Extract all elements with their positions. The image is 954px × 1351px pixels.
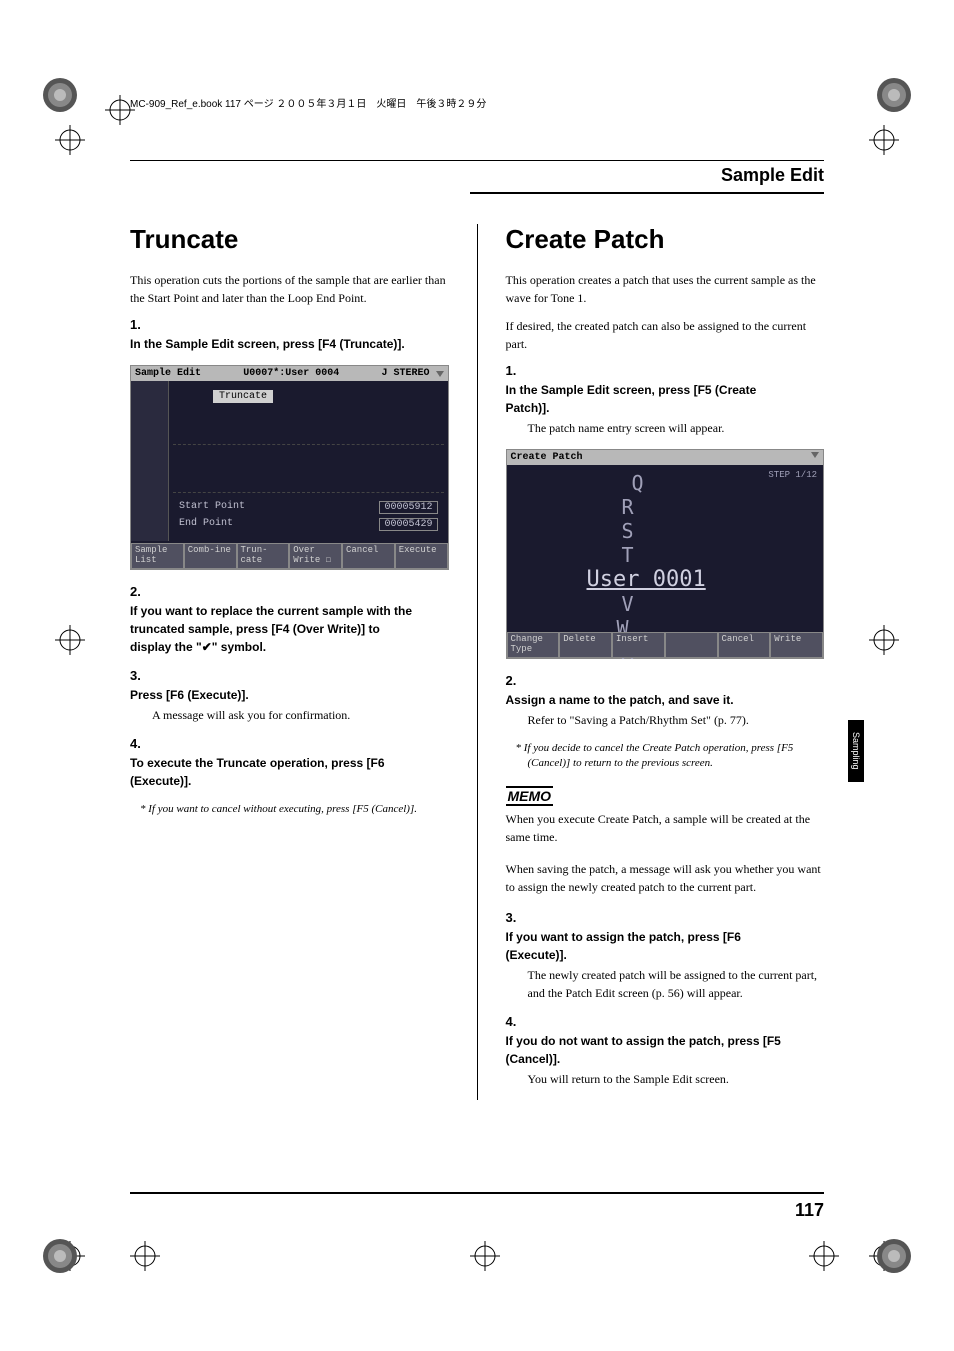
step-number: 4. — [130, 736, 152, 751]
lcd-f1-button: Change Type — [507, 632, 560, 658]
cancel-note: If you want to cancel without executing,… — [138, 802, 449, 817]
step-instruction: If you want to assign the patch, press [… — [506, 928, 801, 964]
page-number: 117 — [130, 1192, 824, 1221]
start-point-label: Start Point — [179, 501, 245, 514]
crop-mark-icon — [40, 75, 80, 115]
lcd-f3-button: Trun-cate — [237, 543, 290, 569]
step-instruction: If you want to replace the current sampl… — [130, 602, 425, 656]
patch-name-input: User 0001 — [507, 567, 824, 592]
lcd-waveform-thumbnail — [131, 381, 169, 541]
step-instruction: If you do not want to assign the patch, … — [506, 1032, 801, 1068]
lcd-f2-button: Comb-ine — [184, 543, 237, 569]
lcd-f6-button: Execute — [395, 543, 448, 569]
step-instruction: Assign a name to the patch, and save it. — [506, 691, 801, 709]
lcd-f4-button — [665, 632, 718, 658]
create-patch-lcd-screenshot: Create Patch STEP 1/12 Q R S T User 0001… — [506, 449, 825, 659]
lcd-f2-button: Delete — [559, 632, 612, 658]
step-detail: The patch name entry screen will appear. — [528, 419, 825, 437]
left-column: Truncate This operation cuts the portion… — [130, 224, 449, 1100]
registration-mark-icon — [869, 625, 899, 655]
truncate-intro: This operation cuts the portions of the … — [130, 271, 449, 307]
crop-mark-icon — [40, 1236, 80, 1276]
lcd-title-mid: U0007*:User 0004 — [243, 368, 339, 379]
step-number: 2. — [130, 584, 152, 599]
step-number: 1. — [506, 363, 528, 378]
lcd-f6-button: Write — [770, 632, 823, 658]
lcd-f5-button: Cancel — [718, 632, 771, 658]
lcd-waveform-bottom — [173, 451, 444, 493]
truncate-lcd-screenshot: Sample Edit U0007*:User 0004 J STEREO Tr… — [130, 365, 449, 570]
registration-mark-icon — [869, 125, 899, 155]
step-number: 3. — [506, 910, 528, 925]
step-detail: You will return to the Sample Edit scree… — [528, 1070, 825, 1088]
cp-step-4: 4. If you do not want to assign the patc… — [506, 1014, 825, 1088]
create-patch-intro2: If desired, the created patch can also b… — [506, 317, 825, 353]
memo-text-1: When you execute Create Patch, a sample … — [506, 810, 825, 846]
step-4: 4. To execute the Truncate operation, pr… — [130, 736, 449, 790]
step-3: 3. Press [F6 (Execute)]. A message will … — [130, 668, 449, 724]
truncate-heading: Truncate — [130, 224, 449, 255]
step-instruction: Press [F6 (Execute)]. — [130, 686, 425, 704]
step-2: 2. If you want to replace the current sa… — [130, 584, 449, 656]
create-patch-intro1: This operation creates a patch that uses… — [506, 271, 825, 307]
lcd-stereo-label: STEREO — [393, 368, 429, 379]
registration-mark-icon — [55, 625, 85, 655]
column-divider — [477, 224, 478, 1100]
dropdown-icon — [811, 452, 819, 458]
step-instruction: In the Sample Edit screen, press [F4 (Tr… — [130, 335, 425, 353]
cp-step-2: 2. Assign a name to the patch, and save … — [506, 673, 825, 729]
lcd-title: Create Patch — [511, 452, 583, 463]
lcd-f3-button: Insert — [612, 632, 665, 658]
end-point-label: End Point — [179, 518, 233, 531]
lcd-f1-button: Sample List — [131, 543, 184, 569]
cancel-note: If you decide to cancel the Create Patch… — [514, 741, 825, 772]
crop-mark-icon — [874, 75, 914, 115]
registration-mark-icon — [55, 125, 85, 155]
step-detail: A message will ask you for confirmation. — [152, 706, 449, 724]
end-point-value: 00005429 — [379, 518, 437, 531]
lcd-step-indicator: STEP 1/12 — [768, 470, 817, 480]
cp-step-3: 3. If you want to assign the patch, pres… — [506, 910, 825, 1002]
crop-mark-icon — [874, 1236, 914, 1276]
step-number: 3. — [130, 668, 152, 683]
registration-mark-icon — [809, 1241, 839, 1271]
create-patch-heading: Create Patch — [506, 224, 825, 255]
step-1: 1. In the Sample Edit screen, press [F4 … — [130, 317, 449, 353]
start-point-value: 00005912 — [379, 501, 437, 514]
right-column: Create Patch This operation creates a pa… — [506, 224, 825, 1100]
page-title: Sample Edit — [470, 165, 824, 194]
step-detail: Refer to "Saving a Patch/Rhythm Set" (p.… — [528, 711, 825, 729]
step-detail: The newly created patch will be assigned… — [528, 966, 825, 1002]
cp-step-1: 1. In the Sample Edit screen, press [F5 … — [506, 363, 825, 437]
dropdown-icon — [436, 371, 444, 377]
step-instruction: In the Sample Edit screen, press [F5 (Cr… — [506, 381, 801, 417]
section-tab: Sampling — [848, 720, 864, 782]
lcd-tab: Truncate — [213, 390, 273, 403]
lcd-waveform-top — [173, 403, 444, 445]
step-number: 2. — [506, 673, 528, 688]
memo-text-2: When saving the patch, a message will as… — [506, 860, 825, 896]
registration-mark-icon — [130, 1241, 160, 1271]
lcd-f4-button: Over Write ☐ — [289, 543, 342, 569]
lcd-title-left: Sample Edit — [135, 368, 201, 379]
step-number: 4. — [506, 1014, 528, 1029]
lcd-mode-j: J — [381, 368, 387, 379]
lcd-f5-button: Cancel — [342, 543, 395, 569]
step-number: 1. — [130, 317, 152, 332]
registration-mark-icon — [470, 1241, 500, 1271]
step-instruction: To execute the Truncate operation, press… — [130, 754, 425, 790]
memo-label: MEMO — [506, 786, 554, 806]
print-header: MC-909_Ref_e.book 117 ページ ２００５年３月１日 火曜日 … — [130, 95, 486, 110]
